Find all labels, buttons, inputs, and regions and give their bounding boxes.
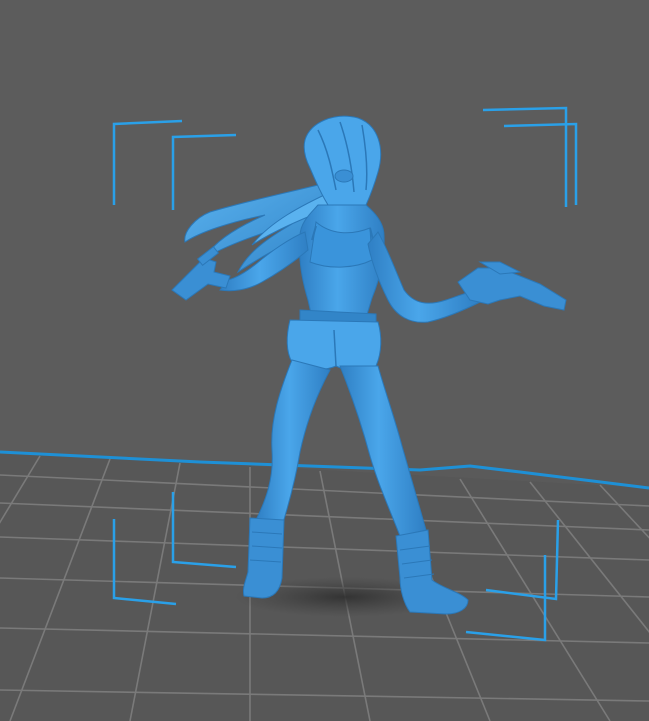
model-left-boot: [243, 517, 285, 599]
scene-canvas[interactable]: [0, 0, 649, 721]
3d-viewport[interactable]: [0, 0, 649, 721]
